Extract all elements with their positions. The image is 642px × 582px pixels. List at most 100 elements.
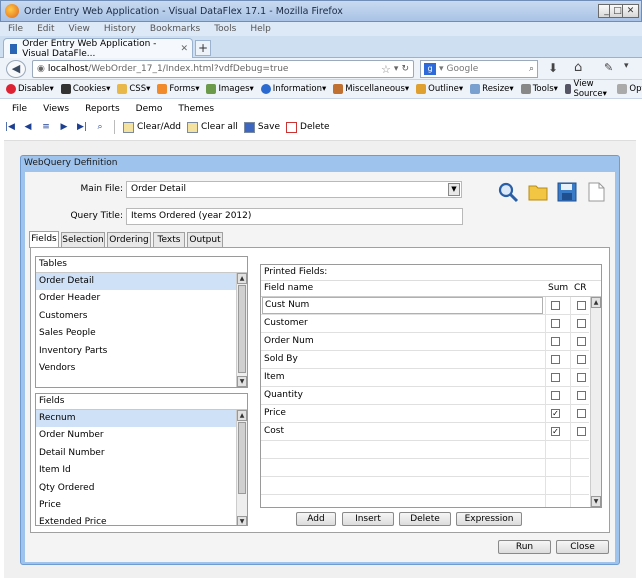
clear-all-button[interactable]: Clear all: [187, 121, 238, 133]
wd-outline[interactable]: Outline▾: [416, 84, 463, 94]
table-row[interactable]: Item: [261, 369, 589, 387]
table-row[interactable]: Quantity: [261, 387, 589, 405]
close-window-button[interactable]: ✕: [622, 4, 639, 18]
table-row[interactable]: [261, 441, 589, 459]
add-button[interactable]: Add: [296, 512, 336, 526]
scroll-thumb[interactable]: [238, 285, 246, 373]
field-name-cell[interactable]: Price: [264, 405, 286, 423]
table-row[interactable]: Sold By: [261, 351, 589, 369]
save-button[interactable]: Save: [243, 121, 280, 133]
list-item[interactable]: Recnum: [36, 410, 247, 428]
find-equal-icon[interactable]: ≡: [40, 122, 52, 132]
list-item[interactable]: Extended Price: [36, 514, 247, 525]
home-icon[interactable]: ⌂: [574, 60, 582, 75]
list-item[interactable]: Item Id: [36, 462, 247, 479]
search-engine-dropdown-icon[interactable]: ▾: [439, 64, 444, 74]
tab-fields[interactable]: Fields: [29, 231, 59, 248]
scroll-up-icon[interactable]: ▲: [237, 410, 247, 421]
menu-bookmarks[interactable]: Bookmarks: [150, 24, 200, 34]
tab-selection[interactable]: Selection: [61, 232, 105, 248]
list-item[interactable]: Vendors: [36, 360, 247, 377]
fields-scrollbar[interactable]: ▲ ▼: [236, 410, 247, 525]
table-row[interactable]: Order Num: [261, 333, 589, 351]
menu-file[interactable]: File: [8, 24, 23, 34]
scroll-up-icon[interactable]: ▲: [237, 273, 247, 284]
sum-checkbox[interactable]: [551, 319, 560, 328]
clear-add-button[interactable]: Clear/Add: [123, 121, 181, 133]
main-file-combo[interactable]: Order Detail ▼: [126, 181, 462, 198]
scroll-down-icon[interactable]: ▼: [237, 516, 247, 525]
dropdown-arrow-icon[interactable]: ▾: [394, 64, 399, 74]
sum-checkbox[interactable]: [551, 355, 560, 364]
table-row[interactable]: [261, 459, 589, 477]
sum-checkbox[interactable]: [551, 301, 560, 310]
scroll-down-icon[interactable]: ▼: [591, 496, 601, 507]
previous-record-icon[interactable]: ◀: [22, 122, 34, 132]
field-name-cell[interactable]: Cust Num: [262, 297, 543, 314]
sum-checkbox[interactable]: ✓: [551, 427, 560, 436]
list-item[interactable]: Customers: [36, 308, 247, 325]
app-menu-demo[interactable]: Demo: [136, 104, 163, 114]
cr-checkbox[interactable]: [577, 373, 586, 382]
list-item[interactable]: Detail Number: [36, 445, 247, 462]
tab-close-icon[interactable]: ✕: [180, 44, 188, 54]
cr-checkbox[interactable]: [577, 301, 586, 310]
close-button[interactable]: Close: [556, 540, 609, 554]
tab-ordering[interactable]: Ordering: [107, 232, 151, 248]
delete-button[interactable]: Delete: [286, 121, 330, 133]
toolbar-overflow-icon[interactable]: ▾: [624, 61, 629, 71]
list-item[interactable]: Sales People: [36, 325, 247, 342]
back-button[interactable]: ◀: [6, 60, 26, 78]
list-item[interactable]: Order Header: [36, 290, 247, 307]
cr-checkbox[interactable]: [577, 355, 586, 364]
field-name-cell[interactable]: Customer: [264, 315, 308, 333]
scroll-thumb[interactable]: [238, 422, 246, 494]
wd-disable[interactable]: Disable▾: [6, 84, 54, 94]
wd-miscellaneous[interactable]: Miscellaneous▾: [333, 84, 409, 94]
insert-button[interactable]: Insert: [342, 512, 394, 526]
wd-cookies[interactable]: Cookies▾: [60, 84, 110, 94]
table-row[interactable]: Cust Num: [261, 297, 589, 315]
menu-history[interactable]: History: [104, 24, 136, 34]
list-item[interactable]: Price: [36, 497, 247, 514]
save-query-icon[interactable]: [556, 181, 578, 203]
search-box[interactable]: g ▾ Google ⌕: [420, 60, 538, 78]
sum-checkbox[interactable]: [551, 337, 560, 346]
reload-icon[interactable]: ↻: [401, 64, 409, 74]
cr-checkbox[interactable]: [577, 409, 586, 418]
field-name-cell[interactable]: Cost: [264, 423, 284, 441]
wd-images[interactable]: Images▾: [206, 84, 254, 94]
list-item[interactable]: Order Number: [36, 427, 247, 444]
url-bar[interactable]: ◉ localhost/WebOrder_17_1/Index.html?vdf…: [32, 60, 414, 78]
last-record-icon[interactable]: ▶|: [76, 122, 88, 132]
tab-texts[interactable]: Texts: [153, 232, 185, 248]
wd-css[interactable]: CSS▾: [117, 84, 150, 94]
wd-view-source[interactable]: View Source▾: [564, 79, 610, 99]
table-row[interactable]: Price ✓: [261, 405, 589, 423]
field-name-cell[interactable]: Sold By: [264, 351, 298, 369]
list-item[interactable]: Qty Ordered: [36, 480, 247, 497]
query-title-input[interactable]: Items Ordered (year 2012): [126, 208, 463, 225]
search-icon[interactable]: ⌕: [529, 64, 534, 74]
expression-button[interactable]: Expression: [456, 512, 522, 526]
app-menu-file[interactable]: File: [12, 104, 27, 114]
run-button[interactable]: Run: [498, 540, 551, 554]
table-row[interactable]: Cost ✓: [261, 423, 589, 441]
wd-resize[interactable]: Resize▾: [470, 84, 514, 94]
search-icon[interactable]: [497, 181, 519, 203]
menu-edit[interactable]: Edit: [37, 24, 54, 34]
tables-scrollbar[interactable]: ▲ ▼: [236, 273, 247, 387]
scroll-up-icon[interactable]: ▲: [591, 297, 601, 308]
scroll-down-icon[interactable]: ▼: [237, 376, 247, 387]
sum-checkbox[interactable]: [551, 391, 560, 400]
browser-tab[interactable]: Order Entry Web Application - Visual Dat…: [3, 38, 193, 59]
new-query-icon[interactable]: [585, 181, 607, 203]
tab-output[interactable]: Output: [187, 232, 223, 248]
printed-fields-scrollbar[interactable]: ▲ ▼: [590, 297, 601, 507]
cr-checkbox[interactable]: [577, 319, 586, 328]
wd-forms[interactable]: Forms▾: [157, 84, 199, 94]
cr-checkbox[interactable]: [577, 391, 586, 400]
bookmark-star-icon[interactable]: ☆: [381, 63, 391, 76]
menu-view[interactable]: View: [69, 24, 90, 34]
app-menu-themes[interactable]: Themes: [178, 104, 214, 114]
